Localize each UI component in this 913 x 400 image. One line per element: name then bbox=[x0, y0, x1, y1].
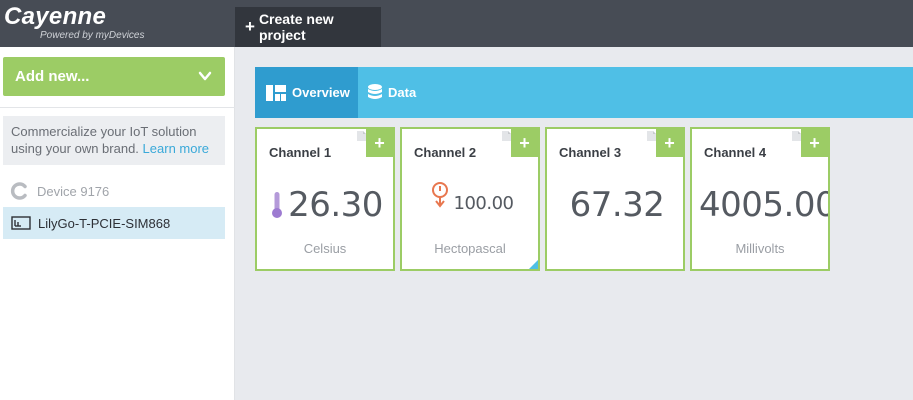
widget-title: Channel 4 bbox=[704, 145, 767, 160]
logo-text: Cayenne bbox=[4, 3, 107, 30]
widget-info-icon[interactable] bbox=[357, 131, 366, 141]
widget-value: 26.30 bbox=[288, 185, 383, 225]
dashboard-grid-icon bbox=[266, 84, 286, 101]
barometer-icon bbox=[431, 181, 448, 208]
widget-value-row: 100.00 bbox=[402, 181, 538, 214]
divider bbox=[0, 107, 235, 108]
logo-subtitle: Powered by myDevices bbox=[40, 30, 145, 41]
add-new-button[interactable]: Add new... bbox=[3, 57, 225, 96]
widget-value-row: 26.30 bbox=[257, 185, 393, 225]
widget-value: 67.32 bbox=[569, 185, 665, 225]
tab-bar: Overview Data bbox=[255, 67, 913, 118]
widget-title: Channel 2 bbox=[414, 145, 477, 160]
device-item-lilygo[interactable]: LilyGo-T-PCIE-SIM868 bbox=[3, 207, 225, 239]
widget-unit: Hectopascal bbox=[434, 241, 506, 256]
widget-value: 100.00 bbox=[453, 193, 514, 214]
widget-info-icon[interactable] bbox=[647, 131, 656, 141]
widget-info-icon[interactable] bbox=[502, 131, 511, 141]
widget-card-channel-4[interactable]: Channel 4 + 4005.00 Millivolts bbox=[690, 127, 830, 271]
widget-title: Channel 1 bbox=[269, 145, 332, 160]
thermometer-icon bbox=[272, 192, 283, 218]
widget-unit: Millivolts bbox=[735, 241, 785, 256]
widget-add-button[interactable]: + bbox=[511, 129, 538, 157]
widget-card-channel-1[interactable]: Channel 1 + 26.30 Celsius bbox=[255, 127, 395, 271]
add-new-label: Add new... bbox=[15, 68, 90, 85]
tab-data[interactable]: Data bbox=[358, 67, 416, 118]
top-bar: Cayenne Powered by myDevices + Create ne… bbox=[0, 0, 913, 47]
widget-resize-handle[interactable] bbox=[529, 260, 538, 269]
sidebar: Add new... Commercialize your IoT soluti… bbox=[0, 47, 235, 400]
widget-unit: Celsius bbox=[303, 241, 347, 256]
database-icon bbox=[368, 83, 382, 99]
device-label: Device 9176 bbox=[37, 183, 110, 199]
device-item-9176[interactable]: Device 9176 bbox=[10, 181, 109, 201]
create-new-project-button[interactable]: + Create new project bbox=[235, 7, 381, 47]
tab-overview-label: Overview bbox=[292, 85, 350, 100]
tab-data-label: Data bbox=[388, 85, 417, 100]
tab-overview[interactable]: Overview bbox=[255, 67, 358, 118]
widget-card-channel-3[interactable]: Channel 3 + 67.32 bbox=[545, 127, 685, 271]
logo[interactable]: Cayenne Powered by myDevices bbox=[0, 0, 235, 47]
widget-value: 4005.00 bbox=[699, 185, 830, 225]
create-new-project-label: Create new project bbox=[258, 11, 334, 43]
plus-icon: + bbox=[245, 17, 255, 36]
widget-card-channel-2[interactable]: Channel 2 + 100.00 Hectopascal bbox=[400, 127, 540, 271]
cayenne-c-icon bbox=[10, 182, 27, 200]
widget-add-button[interactable]: + bbox=[801, 129, 828, 157]
widget-info-icon[interactable] bbox=[792, 131, 801, 141]
widget-value-row: 67.32 bbox=[547, 185, 683, 225]
widget-add-button[interactable]: + bbox=[656, 129, 683, 157]
learn-more-link[interactable]: Learn more bbox=[143, 141, 209, 156]
promo-box: Commercialize your IoT solution using yo… bbox=[3, 116, 225, 165]
widget-title: Channel 3 bbox=[559, 145, 622, 160]
widget-value-row: 4005.00 bbox=[692, 185, 830, 225]
chevron-down-icon bbox=[198, 71, 212, 81]
device-label: LilyGo-T-PCIE-SIM868 bbox=[38, 215, 171, 231]
widget-add-button[interactable]: + bbox=[366, 129, 393, 157]
board-icon bbox=[11, 216, 31, 230]
